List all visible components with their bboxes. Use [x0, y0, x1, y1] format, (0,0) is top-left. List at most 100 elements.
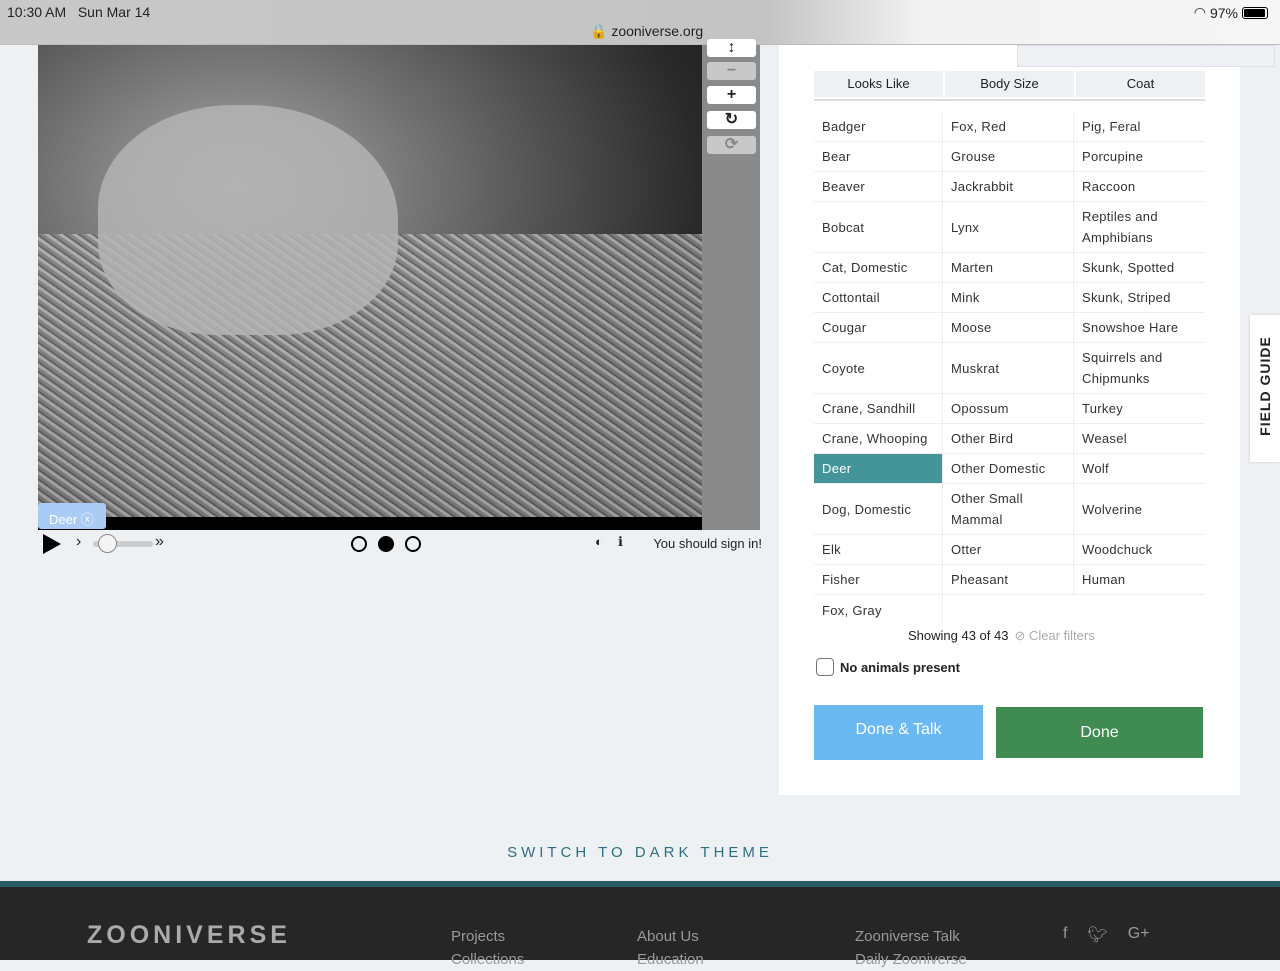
filter-coat[interactable]: Coat [1076, 71, 1205, 97]
playback-controls: › » ◐ ℹ You should sign in! [38, 533, 762, 555]
species-option[interactable]: Mink [943, 283, 1074, 312]
species-row: Cottontail Mink Skunk, Striped [814, 283, 1205, 313]
species-option[interactable]: Cat, Domestic [814, 253, 943, 282]
species-option[interactable]: Human [1074, 565, 1205, 594]
species-option[interactable]: Woodchuck [1074, 535, 1205, 564]
frame-dot-1[interactable] [351, 536, 367, 552]
battery-icon [1242, 6, 1268, 19]
status-bar: 10:30 AM Sun Mar 14 🔒 zooniverse.org ◠ 97… [0, 0, 1280, 45]
species-row: Deer Other Domestic Wolf [814, 454, 1205, 484]
species-row: Fox, Gray [814, 595, 1205, 625]
slider-knob[interactable] [98, 534, 117, 553]
species-row: Dog, Domestic Other Small Mammal Wolverine [814, 484, 1205, 535]
step-forward-icon[interactable]: › [76, 533, 81, 551]
species-option[interactable]: Cougar [814, 313, 943, 342]
reset-button[interactable]: ⟳ [707, 136, 756, 154]
done-talk-button[interactable]: Done & Talk [814, 705, 983, 760]
species-row: Cat, Domestic Marten Skunk, Spotted [814, 253, 1205, 283]
species-option[interactable]: Opossum [943, 394, 1074, 423]
species-option[interactable]: Skunk, Spotted [1074, 253, 1205, 282]
info-icon[interactable]: ℹ [618, 534, 623, 550]
species-option[interactable]: Fox, Gray [814, 595, 943, 625]
species-option[interactable]: Dog, Domestic [814, 484, 943, 534]
url-bar[interactable]: 🔒 zooniverse.org [590, 23, 703, 40]
species-option[interactable]: Pheasant [943, 565, 1074, 594]
battery-level: 97% [1209, 4, 1238, 21]
empty-cell [943, 595, 1074, 625]
zoom-out-button[interactable]: − [707, 62, 756, 80]
species-option[interactable]: Marten [943, 253, 1074, 282]
species-option[interactable]: Badger [814, 112, 943, 141]
species-option[interactable]: Other Domestic [943, 454, 1074, 483]
species-option[interactable]: Muskrat [943, 343, 1074, 393]
species-option[interactable]: Otter [943, 535, 1074, 564]
species-option[interactable]: Elk [814, 535, 943, 564]
species-option[interactable]: Weasel [1074, 424, 1205, 453]
clear-filters-button[interactable]: ⊘ Clear filters [1014, 628, 1094, 643]
species-option[interactable]: Porcupine [1074, 142, 1205, 171]
species-row: Bear Grouse Porcupine [814, 142, 1205, 172]
status-time: 10:30 AM Sun Mar 14 [7, 4, 151, 20]
species-option[interactable]: Snowshoe Hare [1074, 313, 1205, 342]
species-option[interactable]: Crane, Whooping [814, 424, 943, 453]
species-option[interactable]: Grouse [943, 142, 1074, 171]
species-option[interactable]: Beaver [814, 172, 943, 201]
species-option[interactable]: Other Bird [943, 424, 1074, 453]
footer-talk[interactable]: Zooniverse Talk [855, 925, 967, 948]
species-row: Cougar Moose Snowshoe Hare [814, 313, 1205, 343]
google-plus-icon[interactable]: G+ [1128, 925, 1150, 945]
facebook-icon[interactable]: f [1063, 925, 1067, 945]
species-option[interactable]: Raccoon [1074, 172, 1205, 201]
move-icon[interactable]: ↕ [707, 39, 756, 57]
species-option[interactable]: Jackrabbit [943, 172, 1074, 201]
frame-dot-2[interactable] [378, 536, 394, 552]
species-option[interactable]: Deer [814, 454, 943, 483]
empty-cell [1074, 595, 1205, 625]
image-toolbar: ↕ − + ↻ ⟳ [702, 39, 760, 530]
species-option[interactable]: Reptiles and Amphibians [1074, 202, 1205, 252]
filter-looks-like[interactable]: Looks Like [814, 71, 943, 97]
species-option[interactable]: Skunk, Striped [1074, 283, 1205, 312]
frame-dot-3[interactable] [405, 536, 421, 552]
species-option[interactable]: Moose [943, 313, 1074, 342]
checkbox-icon[interactable] [816, 658, 834, 676]
rotate-button[interactable]: ↻ [707, 111, 756, 129]
species-option[interactable]: Wolverine [1074, 484, 1205, 534]
no-animals-checkbox[interactable]: No animals present [816, 658, 960, 676]
subject-image[interactable] [38, 45, 702, 517]
image-bottom-bar [38, 517, 702, 530]
species-row: Badger Fox, Red Pig, Feral [814, 112, 1205, 142]
species-option[interactable]: Turkey [1074, 394, 1205, 423]
species-option[interactable]: Pig, Feral [1074, 112, 1205, 141]
showing-count: Showing 43 of 43 ⊘ Clear filters [908, 628, 1095, 643]
play-icon[interactable] [43, 534, 61, 554]
species-row: Elk Otter Woodchuck [814, 535, 1205, 565]
species-option[interactable]: Cottontail [814, 283, 943, 312]
done-button[interactable]: Done [996, 707, 1203, 758]
field-guide-tab[interactable]: FIELD GUIDE [1250, 315, 1280, 462]
species-option[interactable]: Bobcat [814, 202, 943, 252]
footer-projects[interactable]: Projects [451, 925, 524, 948]
species-option[interactable]: Fisher [814, 565, 943, 594]
twitter-icon[interactable]: 🐦︎ [1087, 925, 1107, 945]
species-option[interactable]: Other Small Mammal [943, 484, 1074, 534]
contrast-icon[interactable]: ◐ [595, 534, 603, 549]
zoom-in-button[interactable]: + [707, 86, 756, 104]
species-row: Crane, Whooping Other Bird Weasel [814, 424, 1205, 454]
fast-forward-icon[interactable]: » [155, 533, 164, 551]
dark-theme-toggle[interactable]: SWITCH TO DARK THEME [0, 844, 1280, 861]
panel-tab [1017, 45, 1275, 67]
species-option[interactable]: Fox, Red [943, 112, 1074, 141]
footer: ZOONIVERSE Projects Collections About Us E… [0, 881, 1280, 968]
filter-body-size[interactable]: Body Size [945, 71, 1074, 97]
species-option[interactable]: Squirrels and Chipmunks [1074, 343, 1205, 393]
species-row: Fisher Pheasant Human [814, 565, 1205, 595]
zooniverse-logo[interactable]: ZOONIVERSE [87, 921, 291, 950]
footer-about[interactable]: About Us [637, 925, 704, 948]
species-option[interactable]: Crane, Sandhill [814, 394, 943, 423]
species-option[interactable]: Coyote [814, 343, 943, 393]
species-option[interactable]: Wolf [1074, 454, 1205, 483]
species-option[interactable]: Bear [814, 142, 943, 171]
deer-tag[interactable]: Deer ⓧ [38, 503, 106, 529]
species-option[interactable]: Lynx [943, 202, 1074, 252]
